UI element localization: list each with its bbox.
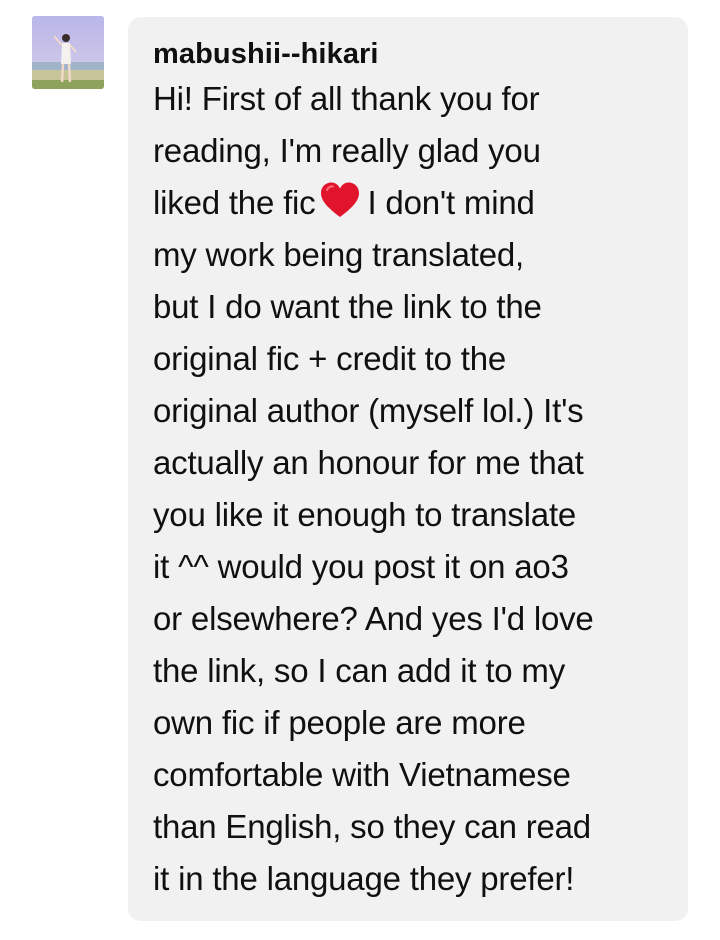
message-line: but I do want the link to the xyxy=(153,288,542,325)
message-line-part: liked the fic xyxy=(153,184,316,221)
message-line: it in the language they prefer! xyxy=(153,860,575,897)
message-line: original fic + credit to the xyxy=(153,340,507,377)
message-line: Hi! First of all thank you for xyxy=(153,80,540,117)
red-heart-icon xyxy=(321,182,360,217)
avatar[interactable] xyxy=(32,16,104,89)
message-line: or elsewhere? And yes I'd love xyxy=(153,600,594,637)
message-line: comfortable with Vietnamese xyxy=(153,756,571,793)
message-line: liked the fic I don't mind xyxy=(153,177,670,229)
message-line: reading, I'm really glad you xyxy=(153,132,541,169)
message-line: my work being translated, xyxy=(153,236,525,273)
message-line: actually an honour for me that xyxy=(153,444,584,481)
message-line: the link, so I can add it to my xyxy=(153,652,566,689)
message-line: you like it enough to translate xyxy=(153,496,577,533)
message-bubble: mabushii--hikari Hi! First of all thank … xyxy=(128,17,688,921)
message-line-part: I don't mind xyxy=(367,184,535,221)
username[interactable]: mabushii--hikari xyxy=(153,35,670,73)
message-line: original author (myself lol.) It's xyxy=(153,392,584,429)
message-line: own fic if people are more xyxy=(153,704,526,741)
user-avatar-photo-icon xyxy=(32,16,104,89)
message-line: it ^^ would you post it on ao3 xyxy=(153,548,569,585)
message-text: Hi! First of all thank you for reading, … xyxy=(153,73,670,905)
message-line: than English, so they can read xyxy=(153,808,591,845)
